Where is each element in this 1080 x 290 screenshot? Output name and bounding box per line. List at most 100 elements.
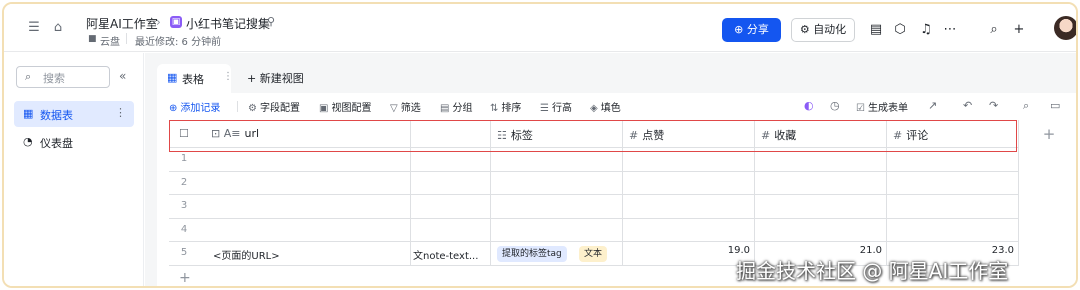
more-icon[interactable]: ⋯ bbox=[942, 22, 958, 38]
more-vertical-icon[interactable]: ⋮ bbox=[223, 71, 233, 82]
grid-icon: ▦ bbox=[167, 71, 178, 84]
share-label: 分享 bbox=[746, 23, 769, 36]
row-number: 4 bbox=[180, 223, 188, 235]
plus-icon[interactable]: + bbox=[1011, 22, 1027, 38]
tab-label: 表格 bbox=[182, 73, 204, 86]
pin-icon[interactable]: ⚲ bbox=[267, 15, 275, 28]
folder-icon: ■ bbox=[88, 34, 97, 44]
header-cell-tags[interactable]: ☷ 标签 bbox=[491, 120, 623, 148]
new-view-button[interactable]: + 新建视图 bbox=[247, 70, 304, 86]
fill-color-button[interactable]: ◈ 填色 bbox=[590, 99, 621, 114]
group-label: 分组 bbox=[452, 103, 473, 114]
group-icon: ▤ bbox=[440, 103, 450, 114]
sidebar: ⌕ 搜索 « ▦ 数据表 ⋮ ◔ 仪表盘 bbox=[4, 53, 144, 286]
sort-button[interactable]: ⇅ 排序 bbox=[490, 99, 521, 114]
row-number: 1 bbox=[180, 153, 188, 164]
doc-title[interactable]: 小红书笔记搜集 bbox=[186, 15, 270, 32]
field-config-button[interactable]: ⚙ 字段配置 bbox=[248, 99, 300, 114]
breadcrumb-workspace[interactable]: 阿星AI工作室 bbox=[86, 15, 158, 32]
row-height-label: 行高 bbox=[551, 103, 572, 114]
search-input[interactable]: ⌕ 搜索 bbox=[16, 66, 110, 88]
main-area: ▦ 表格 ⋮ + 新建视图 ⊕ 添加记录 ⚙ 字段配置 ▣ 视图配置 ▽ 筛选 ▤ 分组 … bbox=[145, 53, 1076, 286]
list-icon: ☷ bbox=[497, 129, 507, 142]
sort-label: 排序 bbox=[501, 103, 522, 114]
menu-toggle-icon[interactable]: ☰ bbox=[26, 20, 42, 36]
search-icon[interactable]: ⌕ bbox=[986, 22, 1002, 38]
tab-grid-view[interactable]: ▦ 表格 ⋮ bbox=[157, 64, 233, 93]
field-config-label: 字段配置 bbox=[259, 103, 300, 114]
sort-icon: ⇅ bbox=[490, 103, 499, 114]
meta-divider bbox=[126, 33, 127, 44]
filter-label: 筛选 bbox=[400, 103, 421, 114]
sidebar-item-label: 仪表盘 bbox=[40, 137, 73, 150]
table-icon: ▦ bbox=[23, 107, 34, 120]
view-config-label: 视图配置 bbox=[331, 103, 372, 114]
row-height-icon: ☰ bbox=[540, 103, 549, 114]
lock-text-icon: ⊡ A≡ bbox=[211, 127, 241, 140]
search-filter-icon[interactable]: ⌕ bbox=[1023, 99, 1029, 113]
document-icon[interactable]: ▤ bbox=[868, 22, 884, 38]
settings-icon: ⚙ bbox=[248, 103, 257, 114]
header-cell-likes[interactable]: # 点赞 bbox=[623, 120, 755, 148]
hash-icon: # bbox=[629, 129, 639, 142]
add-record-label: 添加记录 bbox=[180, 103, 221, 114]
url-cell-value[interactable]: <页面的URL> bbox=[213, 247, 280, 262]
history-icon[interactable]: ◷ bbox=[830, 99, 840, 112]
row-number: 5 bbox=[180, 247, 188, 258]
search-placeholder: 搜索 bbox=[43, 72, 65, 85]
form-icon: ☑ bbox=[856, 103, 865, 114]
ai-icon[interactable]: ◐ bbox=[804, 99, 814, 112]
redo-icon[interactable]: ↷ bbox=[989, 99, 998, 112]
more-vertical-icon[interactable]: ⋮ bbox=[115, 106, 126, 119]
share-out-icon[interactable]: ↗ bbox=[928, 99, 937, 112]
header-cell-comments[interactable]: # 评论 bbox=[887, 120, 1019, 148]
tag-chip: 文本 bbox=[579, 246, 608, 262]
app-window: ☰ ⌂ 阿星AI工作室 › ▣ 小红书笔记搜集 ⚲ ■ 云盘 最近修改: 6 分… bbox=[2, 2, 1078, 288]
select-all-checkbox[interactable]: ☐ bbox=[179, 127, 189, 140]
share-button[interactable]: ⊕ 分享 bbox=[722, 18, 781, 42]
search-icon: ⌕ bbox=[25, 70, 32, 83]
header-label: 标签 bbox=[510, 129, 533, 142]
view-icon: ▣ bbox=[319, 103, 329, 114]
table-toolbar: ⊕ 添加记录 ⚙ 字段配置 ▣ 视图配置 ▽ 筛选 ▤ 分组 ⇅ 排序 ☰ 行高 ◈ 填色 ◐ … bbox=[157, 93, 1076, 119]
top-bar: ☰ ⌂ 阿星AI工作室 › ▣ 小红书笔记搜集 ⚲ ■ 云盘 最近修改: 6 分… bbox=[4, 4, 1076, 52]
collapse-sidebar-icon[interactable]: « bbox=[119, 69, 126, 83]
plugin-icon[interactable]: ⬡ bbox=[892, 22, 908, 38]
avatar[interactable] bbox=[1054, 16, 1076, 40]
fill-color-label: 填色 bbox=[600, 103, 621, 114]
robot-icon: ⚙ bbox=[799, 23, 810, 36]
automation-button[interactable]: ⚙ 自动化 bbox=[791, 18, 855, 42]
row-number: 2 bbox=[180, 176, 188, 188]
header-label: url bbox=[244, 127, 260, 140]
comment-icon[interactable]: ▭ bbox=[1050, 99, 1060, 112]
sidebar-item-datatable[interactable]: ▦ 数据表 ⋮ bbox=[14, 101, 134, 127]
header-cell-favorites[interactable]: # 收藏 bbox=[755, 120, 887, 148]
add-field-button[interactable]: + bbox=[1029, 120, 1069, 148]
header-cell-url[interactable]: ☐ ⊡ A≡ url bbox=[169, 120, 411, 148]
add-row-button[interactable]: + bbox=[179, 270, 191, 286]
generate-form-label: 生成表单 bbox=[867, 103, 908, 114]
watermark: 掘金技术社区 @ 阿星AI工作室 bbox=[736, 259, 1009, 283]
breadcrumb-separator: › bbox=[156, 15, 161, 29]
header-label: 评论 bbox=[906, 129, 929, 142]
tag-chip: 提取的标签tag bbox=[497, 246, 567, 262]
base-doc-icon: ▣ bbox=[170, 16, 182, 28]
plus-icon: + bbox=[247, 72, 260, 85]
sidebar-item-dashboard[interactable]: ◔ 仪表盘 bbox=[14, 129, 134, 155]
group-button[interactable]: ▤ 分组 bbox=[440, 99, 472, 114]
header-cell-text[interactable] bbox=[411, 120, 491, 148]
home-icon[interactable]: ⌂ bbox=[50, 20, 66, 36]
view-config-button[interactable]: ▣ 视图配置 bbox=[319, 99, 371, 114]
plus-circle-icon: ⊕ bbox=[169, 103, 178, 114]
undo-icon[interactable]: ↶ bbox=[963, 99, 972, 112]
row-height-button[interactable]: ☰ 行高 bbox=[540, 99, 572, 114]
doc-location[interactable]: 云盘 bbox=[100, 33, 120, 48]
header-label: 点赞 bbox=[642, 129, 665, 142]
bell-icon[interactable]: ♫ bbox=[918, 22, 934, 38]
automation-label: 自动化 bbox=[813, 23, 847, 36]
hash-icon: # bbox=[761, 129, 771, 142]
add-record-button[interactable]: ⊕ 添加记录 bbox=[169, 99, 220, 114]
generate-form-button[interactable]: ☑ 生成表单 bbox=[856, 99, 908, 114]
filter-button[interactable]: ▽ 筛选 bbox=[390, 99, 421, 114]
text-cell-value[interactable]: 文note-text... bbox=[413, 247, 478, 262]
